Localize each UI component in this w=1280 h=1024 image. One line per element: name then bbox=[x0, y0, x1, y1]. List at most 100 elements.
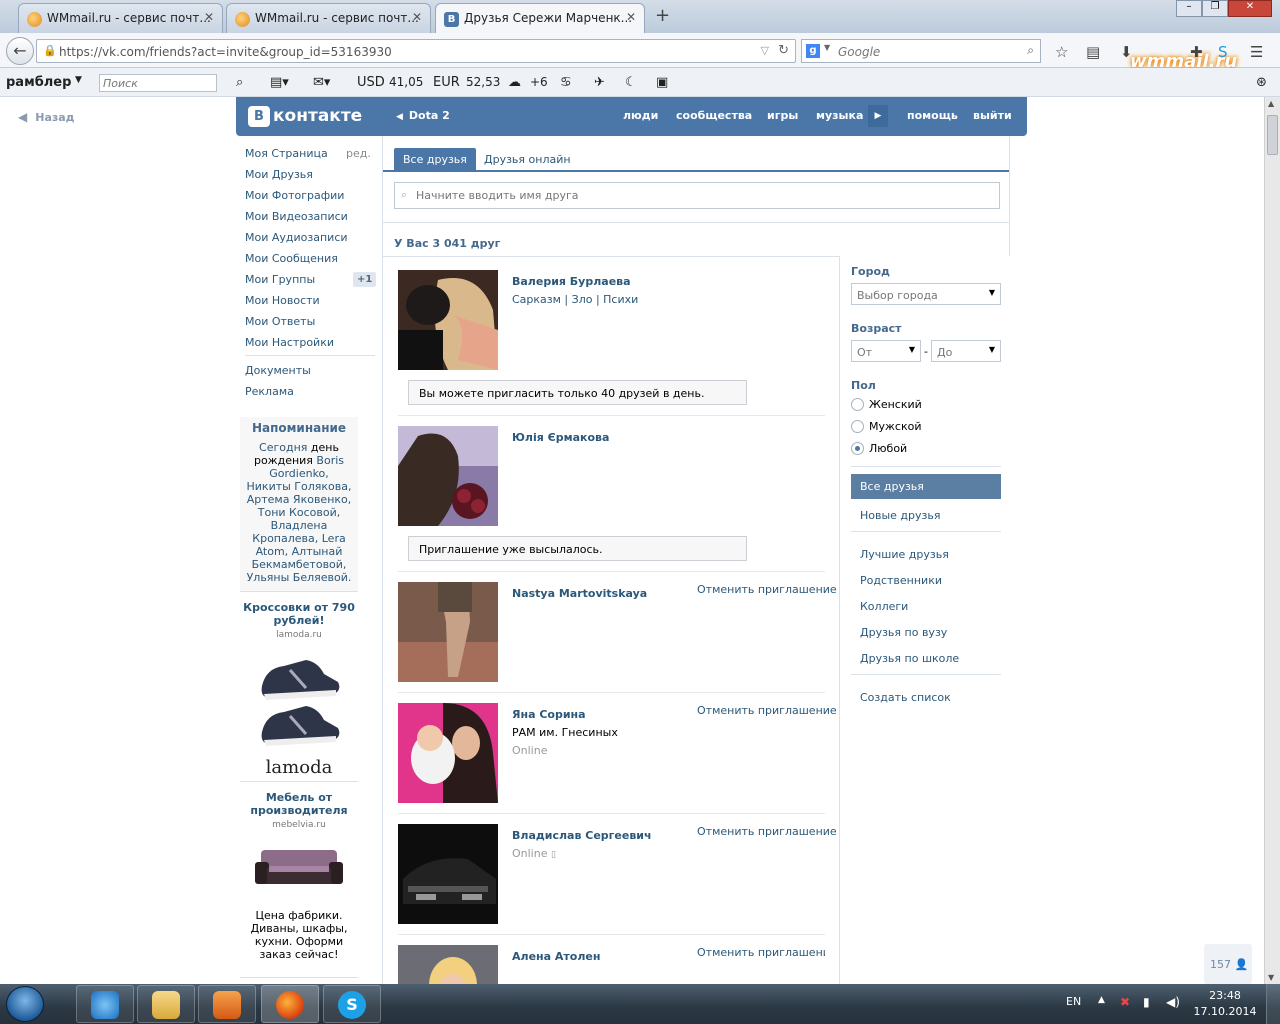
taskbar-explorer[interactable] bbox=[137, 985, 195, 1023]
friend-avatar[interactable] bbox=[398, 582, 498, 682]
tab-online-friends[interactable]: Друзья онлайн bbox=[475, 148, 580, 170]
friend-avatar[interactable] bbox=[398, 426, 498, 526]
reminder-today-link[interactable]: Сегодня bbox=[259, 441, 307, 454]
google-icon[interactable]: g bbox=[806, 44, 820, 58]
restore-icon[interactable]: ❐ bbox=[1202, 0, 1228, 17]
radio-button-selected[interactable] bbox=[851, 442, 864, 455]
tray-expand-icon[interactable]: ▲ bbox=[1098, 995, 1105, 1005]
vk-logo[interactable]: Вконтакте bbox=[248, 106, 362, 127]
paper-plane-icon[interactable]: ✈ bbox=[594, 75, 605, 90]
show-desktop-button[interactable] bbox=[1266, 984, 1280, 1024]
friend-name[interactable]: Яна Сорина bbox=[512, 708, 586, 721]
ad-mebelvia[interactable]: Мебель от производителя mebelvia.ru Цена… bbox=[240, 791, 358, 961]
menu-icon[interactable]: ☰ bbox=[1250, 43, 1263, 61]
browser-tab-active[interactable]: В Друзья Сережи Марченк... ✕ bbox=[435, 3, 645, 34]
list-new-friends[interactable]: Новые друзья bbox=[860, 509, 940, 522]
puzzle-icon[interactable]: ✚ bbox=[1190, 43, 1203, 61]
ad-title[interactable]: Мебель от производителя bbox=[240, 791, 358, 817]
moon-icon[interactable]: ☾ bbox=[625, 75, 637, 90]
list-school-friends[interactable]: Друзья по школе bbox=[860, 652, 959, 665]
play-icon[interactable]: ▶ bbox=[868, 105, 888, 127]
online-counter[interactable]: 157 👤 bbox=[1204, 944, 1252, 984]
url-bar[interactable]: 🔒 https://vk.com/friends?act=invite&grou… bbox=[36, 39, 796, 63]
radio-female[interactable]: Женский bbox=[851, 398, 922, 411]
menu-my-messages[interactable]: Мои Сообщения bbox=[245, 252, 338, 265]
friend-search-input[interactable]: ⌕ Начните вводить имя друга bbox=[394, 182, 1000, 209]
system-clock[interactable]: 23:48 17.10.2014 bbox=[1190, 988, 1260, 1020]
mail-icon[interactable]: ✉▾ bbox=[313, 75, 330, 90]
list-university-friends[interactable]: Друзья по вузу bbox=[860, 626, 947, 639]
reading-list-icon[interactable]: ▤ bbox=[1086, 43, 1100, 61]
dropdown-icon[interactable]: ▽ bbox=[761, 44, 769, 57]
menu-my-audio[interactable]: Мои Аудиозаписи bbox=[245, 231, 348, 244]
list-all-friends-selected[interactable]: Все друзья bbox=[851, 474, 1001, 499]
magnifier-icon[interactable]: ⌕ bbox=[236, 75, 243, 90]
friend-name[interactable]: Валерия Бурлаева bbox=[512, 275, 631, 288]
browser-tab[interactable]: WMmail.ru - сервис почт... ✕ bbox=[226, 3, 431, 33]
horoscope-icon[interactable]: ♋ bbox=[560, 75, 572, 90]
eur-rate[interactable]: 52,53 bbox=[466, 75, 500, 89]
friend-name[interactable]: Юлія Єрмакова bbox=[512, 431, 609, 444]
signal-icon[interactable]: ▮ bbox=[1143, 995, 1150, 1009]
start-button[interactable] bbox=[6, 986, 44, 1022]
menu-my-friends[interactable]: Мои Друзья bbox=[245, 168, 313, 181]
friend-name[interactable]: Nastya Martovitskaya bbox=[512, 587, 647, 600]
menu-my-videos[interactable]: Мои Видеозаписи bbox=[245, 210, 348, 223]
skype-icon[interactable]: S bbox=[1218, 43, 1228, 61]
network-alert-icon[interactable]: ✖ bbox=[1120, 995, 1130, 1009]
close-window-icon[interactable]: ✕ bbox=[1228, 0, 1272, 17]
back-link[interactable]: ◀ Назад bbox=[18, 110, 75, 124]
scroll-down-icon[interactable]: ▼ bbox=[1268, 973, 1274, 982]
cancel-invite-link[interactable]: Отменить приглашение bbox=[697, 704, 837, 717]
create-list-link[interactable]: Создать список bbox=[860, 691, 951, 704]
close-icon[interactable]: ✕ bbox=[412, 10, 422, 24]
menu-my-news[interactable]: Мои Новости bbox=[245, 294, 320, 307]
star-icon[interactable]: ☆ bbox=[1055, 43, 1068, 61]
volume-icon[interactable]: ◀) bbox=[1166, 995, 1180, 1009]
friend-info[interactable]: Сарказм | Зло | Психи bbox=[512, 293, 638, 306]
bookmark-icon[interactable]: ▤▾ bbox=[270, 75, 289, 90]
scroll-up-icon[interactable]: ▲ bbox=[1268, 99, 1274, 108]
cancel-invite-link[interactable]: Отменить приглашение bbox=[697, 946, 825, 959]
ad-title[interactable]: Кроссовки от 790 рублей! bbox=[240, 601, 358, 627]
friend-avatar[interactable] bbox=[398, 824, 498, 924]
nav-communities[interactable]: сообщества bbox=[676, 109, 752, 122]
usd-rate[interactable]: 41,05 bbox=[389, 75, 423, 89]
radio-button[interactable] bbox=[851, 420, 864, 433]
scroll-thumb[interactable] bbox=[1267, 115, 1278, 155]
close-icon[interactable]: ✕ bbox=[626, 10, 636, 24]
friend-avatar[interactable] bbox=[398, 270, 498, 370]
age-to-select[interactable]: До ▼ bbox=[931, 340, 1001, 362]
new-tab-icon[interactable]: + bbox=[655, 5, 670, 26]
friend-avatar[interactable] bbox=[398, 703, 498, 803]
radio-male[interactable]: Мужской bbox=[851, 420, 921, 433]
taskbar-firefox[interactable] bbox=[261, 985, 319, 1023]
settings-icon[interactable]: ⊛ bbox=[1256, 75, 1267, 90]
group-back-link[interactable]: ◀ Dota 2 bbox=[396, 109, 450, 122]
vertical-scrollbar[interactable]: ▲ ▼ bbox=[1264, 97, 1280, 984]
taskbar-media[interactable] bbox=[198, 985, 256, 1023]
browser-tab[interactable]: WMmail.ru - сервис почт... ✕ bbox=[18, 3, 223, 33]
sneakers-image[interactable] bbox=[254, 646, 344, 756]
nav-logout[interactable]: выйти bbox=[973, 109, 1012, 122]
chevron-down-icon[interactable]: ▼ bbox=[824, 43, 830, 52]
menu-my-settings[interactable]: Мои Настройки bbox=[245, 336, 334, 349]
menu-my-photos[interactable]: Мои Фотографии bbox=[245, 189, 344, 202]
tab-all-friends[interactable]: Все друзья bbox=[394, 148, 476, 170]
groups-badge[interactable]: +1 bbox=[353, 272, 377, 287]
close-icon[interactable]: ✕ bbox=[204, 10, 214, 24]
taskbar-skype[interactable]: S bbox=[323, 985, 381, 1023]
magnifier-icon[interactable]: ⌕ bbox=[1027, 43, 1034, 58]
search-engine-box[interactable]: g ▼ Google ⌕ bbox=[801, 39, 1041, 63]
cancel-invite-link[interactable]: Отменить приглашение bbox=[697, 583, 837, 596]
nav-people[interactable]: люди bbox=[623, 109, 658, 122]
nav-help[interactable]: помощь bbox=[907, 109, 958, 122]
menu-my-groups[interactable]: Мои Группы bbox=[245, 273, 315, 286]
list-colleagues[interactable]: Коллеги bbox=[860, 600, 908, 613]
minimize-icon[interactable]: – bbox=[1176, 0, 1202, 17]
reminder-names[interactable]: Boris Gordienko, Никиты Голякова, Артема… bbox=[247, 454, 352, 584]
radio-button[interactable] bbox=[851, 398, 864, 411]
nav-games[interactable]: игры bbox=[767, 109, 798, 122]
chevron-down-icon[interactable]: ▼ bbox=[75, 75, 82, 85]
age-from-select[interactable]: От ▼ bbox=[851, 340, 921, 362]
